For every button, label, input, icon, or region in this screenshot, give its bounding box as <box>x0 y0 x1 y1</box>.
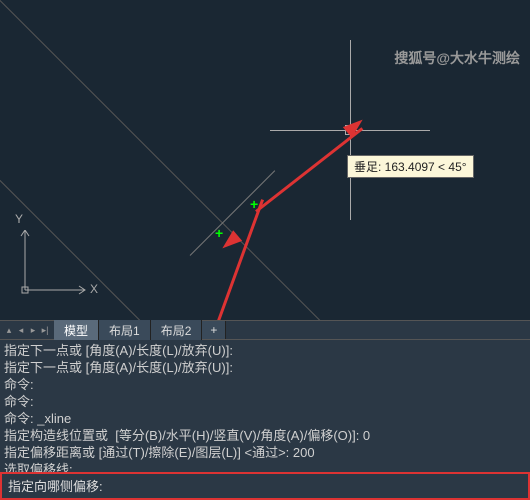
cmd-history-line: 指定下一点或 [角度(A)/长度(L)/放弃(U)]: <box>4 359 526 376</box>
ucs-x-label: X <box>90 282 98 296</box>
ucs-icon: Y X <box>15 230 95 313</box>
tab-next-icon[interactable]: ▸ <box>28 324 38 336</box>
cmd-history-line: 指定下一点或 [角度(A)/长度(L)/放弃(U)]: <box>4 342 526 359</box>
cmd-history-line: 命令: <box>4 376 526 393</box>
command-prompt-text: 指定向哪侧偏移: <box>8 479 103 494</box>
ucs-y-label: Y <box>15 212 23 226</box>
tab-model[interactable]: 模型 <box>54 320 99 341</box>
command-window[interactable]: 指定下一点或 [角度(A)/长度(L)/放弃(U)]: 指定下一点或 [角度(A… <box>0 340 530 480</box>
command-prompt-input[interactable]: 指定向哪侧偏移: <box>0 472 530 500</box>
tab-first-icon[interactable]: ▴ <box>4 324 14 336</box>
tab-add-button[interactable]: + <box>202 321 226 339</box>
cmd-history-line: 指定构造线位置或 [等分(B)/水平(H)/竖直(V)/角度(A)/偏移(O)]… <box>4 427 526 444</box>
watermark: 搜狐号@大水牛测绘 <box>394 48 520 68</box>
cmd-history-line: 命令: <box>4 393 526 410</box>
cmd-history-line: 指定偏移距离或 [通过(T)/擦除(E)/图层(L)] <通过>: 200 <box>4 444 526 461</box>
tab-layout2[interactable]: 布局2 <box>151 320 203 341</box>
drawing-viewport[interactable]: + + 垂足: 163.4097 < 45° Y X 搜狐号@大水牛测绘 <box>0 0 530 320</box>
tab-last-icon[interactable]: ▸| <box>40 324 50 336</box>
osnap-tooltip: 垂足: 163.4097 < 45° <box>347 155 474 178</box>
tab-prev-icon[interactable]: ◂ <box>16 324 26 336</box>
cmd-history-line: 命令: _xline <box>4 410 526 427</box>
tab-layout1[interactable]: 布局1 <box>99 320 151 341</box>
tab-nav-group: ▴ ◂ ▸ ▸| <box>0 324 54 336</box>
layout-tabs-bar: ▴ ◂ ▸ ▸| 模型 布局1 布局2 + <box>0 320 530 340</box>
annotation-arrow <box>159 199 264 320</box>
